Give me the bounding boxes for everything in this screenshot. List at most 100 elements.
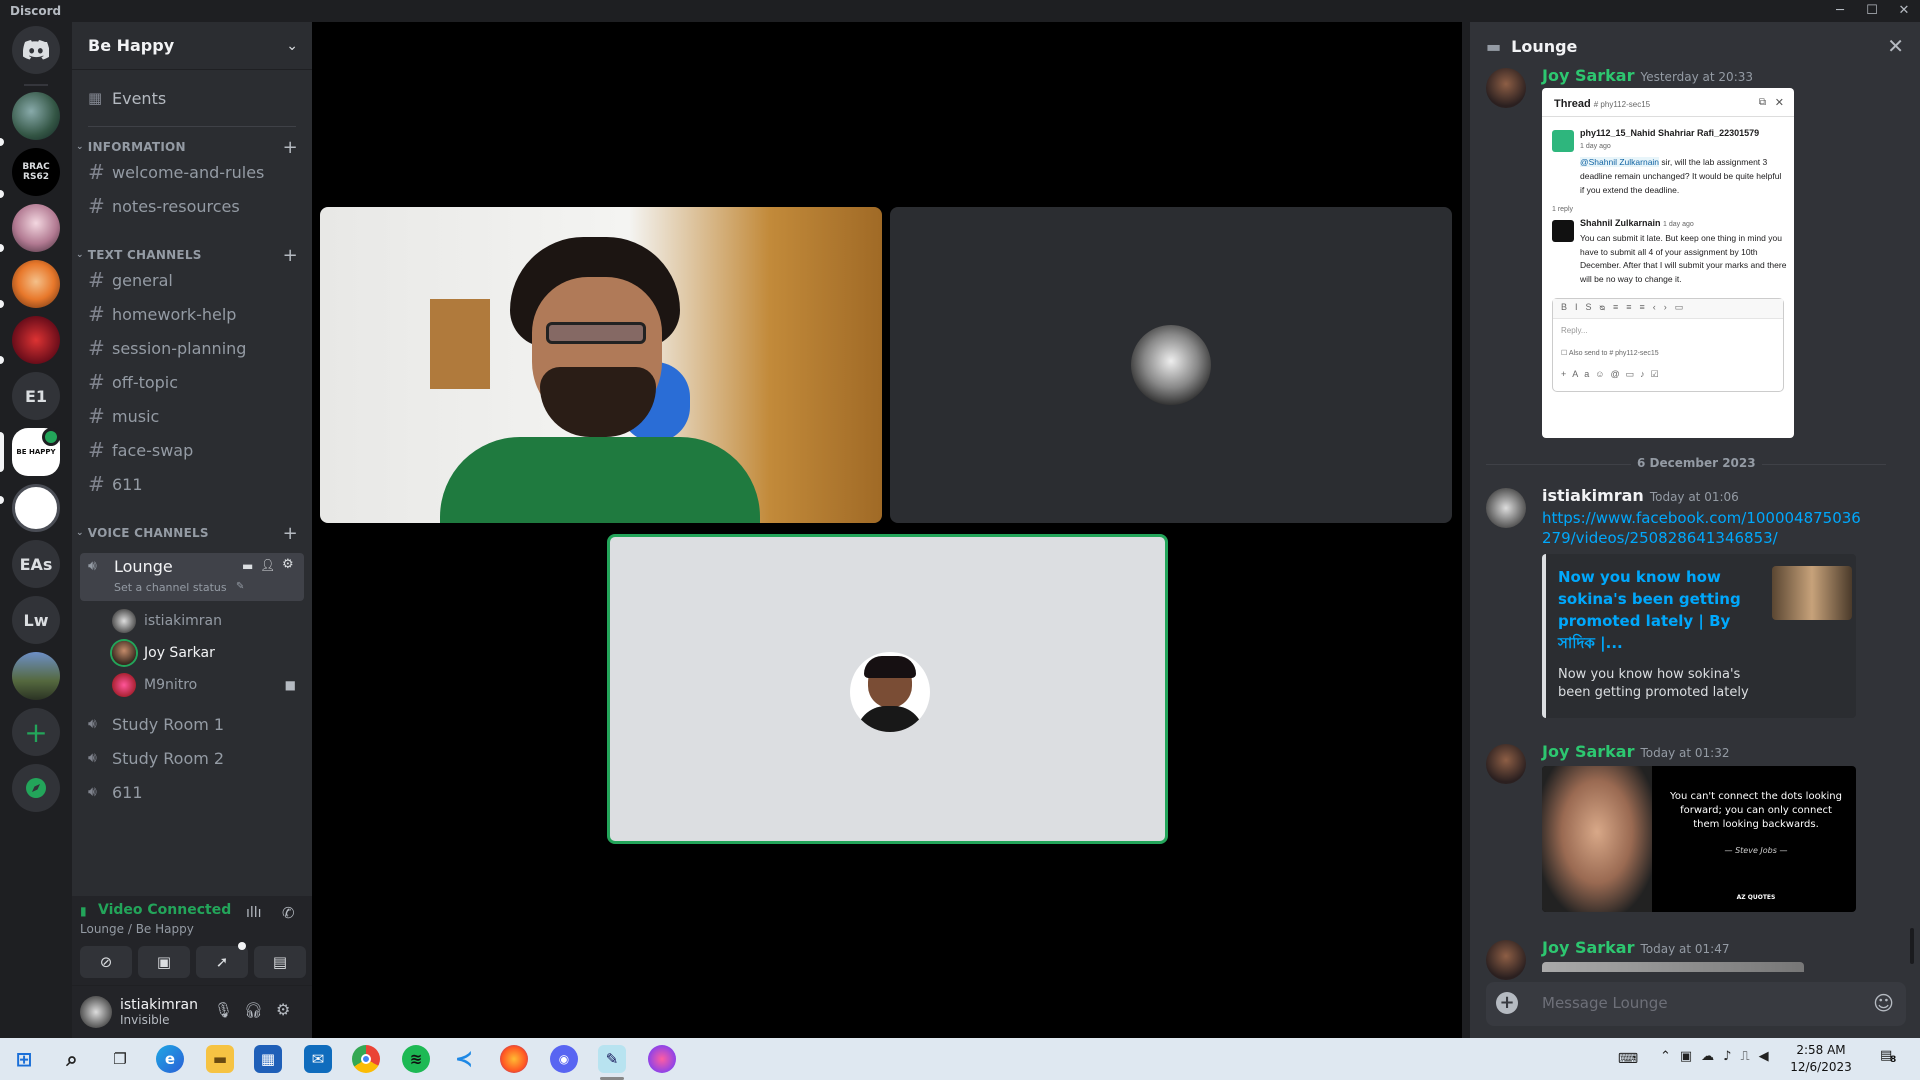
channel-611[interactable]: #611 bbox=[80, 468, 304, 500]
guild-e1[interactable]: E1 bbox=[12, 372, 60, 420]
add-channel-icon[interactable]: + bbox=[283, 523, 298, 544]
signal-icon[interactable]: ▮ bbox=[80, 904, 87, 918]
video-tile-audio-user[interactable] bbox=[890, 207, 1452, 523]
disconnect-icon[interactable]: ✆ bbox=[282, 904, 295, 922]
channel-off-topic[interactable]: # off-topic bbox=[80, 366, 304, 398]
chat-icon[interactable]: ▬ bbox=[242, 559, 253, 573]
close-icon[interactable]: ✕ bbox=[1887, 34, 1904, 58]
message-composer[interactable]: + Message Lounge ☺ bbox=[1486, 982, 1906, 1026]
guild-avatar[interactable] bbox=[12, 316, 60, 364]
video-tile-camera[interactable] bbox=[320, 207, 882, 523]
compass-icon[interactable] bbox=[12, 764, 60, 812]
channel-status-label[interactable]: Set a channel status bbox=[114, 581, 227, 594]
server-header[interactable]: Be Happy ⌄ bbox=[72, 22, 312, 70]
category-text-channels[interactable]: ⌄ TEXT CHANNELS + bbox=[76, 245, 304, 266]
message-author[interactable]: Joy Sarkar Yesterday at 20:33 bbox=[1542, 66, 1753, 85]
voice-user[interactable]: M9nitro ■ bbox=[112, 671, 304, 699]
microphone-icon[interactable]: 🎙︎ bbox=[214, 1001, 233, 1019]
plus-icon[interactable]: + bbox=[1496, 992, 1518, 1014]
discord-taskbar-icon[interactable]: ◉ bbox=[550, 1045, 578, 1073]
channel-session-planning[interactable]: # session-planning bbox=[80, 332, 304, 364]
edge-icon[interactable]: e bbox=[156, 1045, 184, 1073]
voice-channel-lounge[interactable]: 🔊︎ Lounge Set a channel status ✎ ▬ 👤︎ ⚙︎ bbox=[80, 553, 304, 601]
voice-location[interactable]: Lounge / Be Happy bbox=[80, 922, 194, 936]
guild-avatar[interactable] bbox=[12, 92, 60, 140]
embed-thumbnail[interactable] bbox=[1772, 566, 1852, 620]
channel-notes-resources[interactable]: # notes-resources bbox=[80, 190, 304, 222]
message-author[interactable]: Joy Sarkar Today at 01:47 bbox=[1542, 938, 1729, 957]
message-author[interactable]: istiakimran Today at 01:06 bbox=[1542, 486, 1739, 505]
channel-music[interactable]: # music bbox=[80, 400, 304, 432]
notification-center[interactable]: ▤ 8 bbox=[1880, 1048, 1904, 1068]
windows-start-icon[interactable]: ⊞ bbox=[10, 1045, 38, 1073]
video-tile-speaking-user[interactable] bbox=[607, 534, 1168, 844]
emoji-icon[interactable]: ☺ bbox=[1873, 991, 1894, 1015]
guild-brac[interactable]: BRAC RS62 bbox=[12, 148, 60, 196]
category-voice-channels[interactable]: ⌄ VOICE CHANNELS + bbox=[76, 523, 304, 544]
vscode-icon[interactable]: ≺ bbox=[450, 1045, 478, 1073]
thread-screenshot-attachment[interactable]: Thread # phy112-sec15 ⧉ ✕ phy112_15_Nahi… bbox=[1542, 88, 1794, 438]
notepad-icon[interactable]: ✎ bbox=[598, 1045, 626, 1073]
headphones-icon[interactable]: 🎧︎ bbox=[244, 1001, 263, 1019]
store-icon[interactable]: ▦ bbox=[254, 1045, 282, 1073]
guild-avatar[interactable] bbox=[12, 204, 60, 252]
plus-icon[interactable]: + bbox=[12, 708, 60, 756]
voice-status[interactable]: Video Connected bbox=[98, 902, 231, 918]
voice-channel-611[interactable]: 🔊︎ 611 bbox=[80, 776, 304, 808]
guild-eas[interactable]: EAs bbox=[12, 540, 60, 588]
chevron-down-icon: ⌄ bbox=[286, 37, 298, 54]
guild-avatar[interactable] bbox=[12, 260, 60, 308]
clock[interactable]: 2:58 AM 12/6/2023 bbox=[1776, 1042, 1866, 1076]
close-window-icon[interactable]: ✕ bbox=[1888, 0, 1920, 22]
voice-channel-study-room-1[interactable]: 🔊︎ Study Room 1 bbox=[80, 708, 304, 740]
messenger-icon[interactable] bbox=[648, 1045, 676, 1073]
guild-avatar[interactable] bbox=[12, 484, 60, 532]
guild-lw[interactable]: Lw bbox=[12, 596, 60, 644]
channel-face-swap[interactable]: # face-swap bbox=[80, 434, 304, 466]
category-information[interactable]: ⌄ INFORMATION + bbox=[76, 137, 304, 158]
soundboard-button[interactable]: ▤ bbox=[254, 946, 306, 978]
screen-share-button[interactable]: ▣ bbox=[138, 946, 190, 978]
avatar[interactable] bbox=[1486, 744, 1526, 784]
noise-suppression-icon[interactable]: ıllı bbox=[246, 905, 262, 921]
add-channel-icon[interactable]: + bbox=[283, 137, 298, 158]
invite-icon[interactable]: 👤︎ bbox=[260, 558, 275, 572]
image-attachment-partial[interactable] bbox=[1542, 962, 1804, 972]
events-item[interactable]: ▦ Events bbox=[80, 82, 304, 114]
file-explorer-icon[interactable]: ▬ bbox=[206, 1045, 234, 1073]
avatar[interactable] bbox=[1486, 68, 1526, 108]
guild-avatar[interactable] bbox=[12, 652, 60, 700]
scrollbar[interactable] bbox=[1910, 928, 1914, 964]
gear-icon[interactable]: ⚙︎ bbox=[276, 1000, 290, 1019]
channel-homework-help[interactable]: # homework-help bbox=[80, 298, 304, 330]
add-channel-icon[interactable]: + bbox=[283, 245, 298, 266]
activity-button[interactable]: ➚ bbox=[196, 946, 248, 978]
avatar[interactable] bbox=[1486, 940, 1526, 980]
search-icon[interactable]: ⌕ bbox=[58, 1045, 86, 1073]
message-link[interactable]: https://www.facebook.com/100004875036279… bbox=[1542, 508, 1862, 548]
voice-user[interactable]: Joy Sarkar bbox=[112, 639, 304, 667]
voice-user[interactable]: istiakimran bbox=[112, 607, 304, 635]
discord-home-icon[interactable] bbox=[12, 26, 60, 74]
task-view-icon[interactable]: ❐ bbox=[106, 1045, 134, 1073]
minimize-icon[interactable]: ─ bbox=[1824, 0, 1856, 22]
quote-image-attachment[interactable]: You can't connect the dots looking forwa… bbox=[1542, 766, 1856, 912]
mail-icon[interactable]: ✉ bbox=[304, 1045, 332, 1073]
channel-welcome-and-rules[interactable]: # welcome-and-rules bbox=[80, 156, 304, 188]
firefox-icon[interactable] bbox=[500, 1045, 528, 1073]
channel-general[interactable]: # general bbox=[80, 264, 304, 296]
embed-title[interactable]: Now you know how sokina's been getting p… bbox=[1558, 566, 1758, 654]
keyboard-icon[interactable]: ⌨ bbox=[1614, 1045, 1642, 1073]
user-info[interactable]: istiakimran Invisible bbox=[120, 997, 220, 1027]
pencil-icon[interactable]: ✎ bbox=[236, 581, 244, 592]
gear-icon[interactable]: ⚙︎ bbox=[282, 557, 294, 572]
message-author[interactable]: Joy Sarkar Today at 01:32 bbox=[1542, 742, 1729, 761]
avatar[interactable] bbox=[1486, 488, 1526, 528]
system-tray-icons[interactable]: ⌃▣☁♪⎍◀ bbox=[1660, 1049, 1778, 1064]
chrome-icon[interactable] bbox=[352, 1045, 380, 1073]
camera-off-button[interactable]: ⊘ bbox=[80, 946, 132, 978]
maximize-icon[interactable]: ☐ bbox=[1856, 0, 1888, 22]
spotify-icon[interactable]: ≋ bbox=[402, 1045, 430, 1073]
voice-channel-study-room-2[interactable]: 🔊︎ Study Room 2 bbox=[80, 742, 304, 774]
avatar[interactable] bbox=[80, 996, 112, 1028]
